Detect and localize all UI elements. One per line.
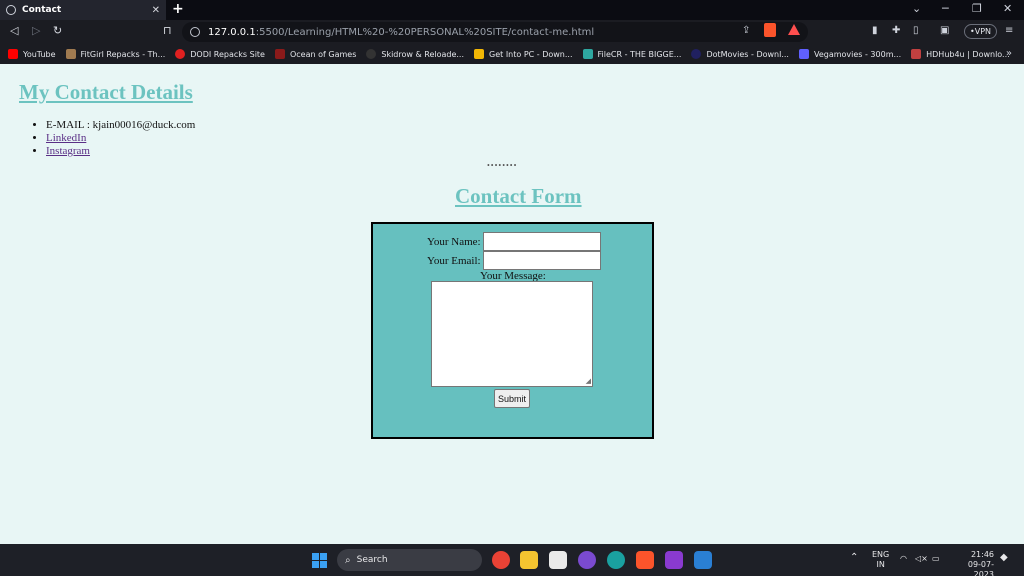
language-indicator[interactable]: ENG IN: [872, 550, 889, 570]
globe-icon: [6, 5, 16, 15]
dodi-icon: [175, 49, 186, 59]
browser-toolbar: ◁ ▷ ↻ ⊓ 127.0.0.1 :5500/Learning/HTML%20…: [0, 20, 1024, 44]
brave-shields-icon[interactable]: [764, 23, 776, 37]
bookmark-item[interactable]: Get Into PC - Down...: [474, 49, 573, 59]
contact-form: Your Name: Your Email: Your Message: ◢ S…: [371, 222, 654, 439]
volume-icon[interactable]: ◁×: [915, 554, 928, 564]
tab-strip: Contact ✕ + ⌄ ─ ❐ ✕: [0, 0, 1024, 20]
message-textarea[interactable]: ◢: [431, 281, 593, 387]
forward-icon[interactable]: ▷: [32, 24, 40, 37]
brave-rewards-icon[interactable]: [788, 24, 800, 35]
instagram-link[interactable]: Instagram: [46, 145, 90, 157]
bookmark-item[interactable]: Skidrow & Reloade...: [366, 49, 464, 59]
app-icon[interactable]: [665, 551, 683, 569]
site-info-icon[interactable]: [190, 27, 200, 37]
bookmark-item[interactable]: FileCR - THE BIGGE...: [582, 49, 681, 59]
file-explorer-icon[interactable]: [520, 551, 538, 569]
bookmarks-bar: YouTube FitGirl Repacks - Th... DODI Rep…: [0, 44, 1024, 64]
wifi-icon[interactable]: ◠: [900, 554, 907, 564]
linkedin-link[interactable]: LinkedIn: [46, 132, 86, 144]
skidrow-icon: [366, 49, 377, 59]
wallet-icon[interactable]: ▣: [940, 25, 949, 36]
email-input[interactable]: [482, 251, 601, 270]
sidebar-icon[interactable]: ▯: [913, 25, 919, 36]
bookmark-item[interactable]: Vegamovies - 300m...: [798, 49, 901, 59]
bookmark-item[interactable]: YouTube: [8, 49, 56, 59]
tab-contact[interactable]: Contact ✕: [0, 0, 166, 20]
ocean-of-games-icon: [274, 49, 285, 59]
page-content: My Contact Details E-MAIL : kjain00016@d…: [0, 64, 1024, 544]
filecr-icon: [582, 49, 593, 59]
name-input[interactable]: [482, 232, 601, 251]
dotmovies-icon: [691, 49, 702, 59]
puzzle-icon[interactable]: ✚: [892, 25, 900, 36]
contact-list: E-MAIL : kjain00016@duck.com LinkedIn In…: [46, 119, 195, 158]
extension-icon[interactable]: ▮: [872, 25, 878, 36]
close-window-button[interactable]: ✕: [1003, 2, 1012, 15]
reload-icon[interactable]: ↻: [53, 24, 62, 37]
store-icon[interactable]: [549, 551, 567, 569]
separator: ••••••••: [487, 161, 518, 170]
url-host: 127.0.0.1: [208, 26, 256, 38]
tab-title: Contact: [22, 5, 62, 15]
list-item: Instagram: [46, 145, 195, 157]
bookmark-item[interactable]: Ocean of Games: [274, 49, 356, 59]
bookmark-item[interactable]: HDHub4u | Downlo...: [911, 49, 1010, 59]
email-item: E-MAIL : kjain00016@duck.com: [46, 119, 195, 131]
vscode-icon[interactable]: [694, 551, 712, 569]
chrome-icon[interactable]: [492, 551, 510, 569]
bookmark-icon[interactable]: ⊓: [163, 24, 172, 37]
fitgirl-icon: [65, 49, 76, 59]
bookmark-item[interactable]: DotMovies - Downl...: [691, 49, 789, 59]
tab-search-icon[interactable]: ⌄: [912, 2, 921, 15]
resize-grip-icon[interactable]: ◢: [586, 377, 591, 385]
hdhub-icon: [911, 49, 922, 59]
minimize-button[interactable]: ─: [942, 2, 949, 15]
email-label: Your Email:: [427, 254, 481, 267]
search-icon: ⌕: [345, 554, 351, 566]
taskbar: ⌕ Search ⌃ ENG IN ◠ ◁× ▭ 21:46 09-07-202…: [0, 544, 1024, 576]
windows-start-icon[interactable]: [312, 553, 327, 568]
page-title: My Contact Details: [19, 80, 193, 104]
close-tab-icon[interactable]: ✕: [152, 5, 160, 16]
more-bookmarks-icon[interactable]: »: [1006, 48, 1012, 59]
brave-taskbar-icon[interactable]: [636, 551, 654, 569]
email-row: Your Email:: [427, 251, 601, 270]
form-title: Contact Form: [455, 184, 582, 208]
taskbar-search[interactable]: ⌕ Search: [337, 549, 482, 571]
clock[interactable]: 21:46 09-07-2023: [952, 550, 994, 576]
getintopc-icon: [474, 49, 485, 59]
name-row: Your Name:: [427, 232, 601, 251]
address-bar[interactable]: 127.0.0.1 :5500/Learning/HTML%20-%20PERS…: [182, 22, 808, 42]
notification-icon[interactable]: ◆: [1000, 553, 1008, 563]
url-path: :5500/Learning/HTML%20-%20PERSONAL%20SIT…: [255, 26, 595, 38]
new-tab-button[interactable]: +: [172, 1, 184, 17]
edge-icon[interactable]: [607, 551, 625, 569]
menu-icon[interactable]: ≡: [1005, 25, 1013, 36]
vpn-button[interactable]: • VPN: [964, 24, 997, 39]
vpn-label: VPN: [974, 27, 991, 36]
name-label: Your Name:: [427, 235, 481, 248]
restore-button[interactable]: ❐: [972, 2, 982, 15]
list-item: LinkedIn: [46, 132, 195, 144]
battery-icon[interactable]: ▭: [932, 554, 940, 564]
media-player-icon[interactable]: [578, 551, 596, 569]
search-label: Search: [356, 555, 388, 565]
tray-chevron-icon[interactable]: ⌃: [850, 553, 858, 563]
bookmark-item[interactable]: DODI Repacks Site: [175, 49, 265, 59]
share-icon[interactable]: ⇪: [742, 25, 750, 36]
bookmark-item[interactable]: FitGirl Repacks - Th...: [65, 49, 165, 59]
back-icon[interactable]: ◁: [10, 24, 18, 37]
youtube-icon: [8, 49, 18, 59]
submit-button[interactable]: Submit: [494, 389, 530, 408]
vegamovies-icon: [798, 49, 809, 59]
